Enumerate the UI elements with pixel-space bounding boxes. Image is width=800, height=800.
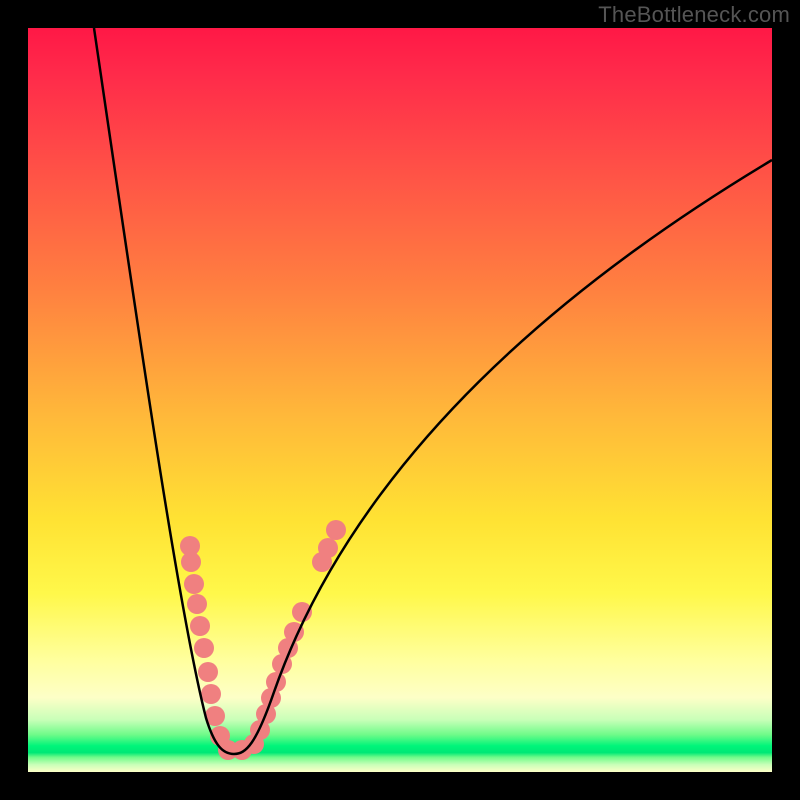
watermark-text: TheBottleneck.com [598, 2, 790, 28]
sample-point [201, 684, 221, 704]
plot-area [28, 28, 772, 772]
chart-frame: TheBottleneck.com [0, 0, 800, 800]
sample-point [318, 538, 338, 558]
sample-point [187, 594, 207, 614]
sample-point [326, 520, 346, 540]
sample-point [190, 616, 210, 636]
curve-layer [28, 28, 772, 772]
sample-point [184, 574, 204, 594]
sample-point [181, 552, 201, 572]
sample-point [194, 638, 214, 658]
sample-point [198, 662, 218, 682]
